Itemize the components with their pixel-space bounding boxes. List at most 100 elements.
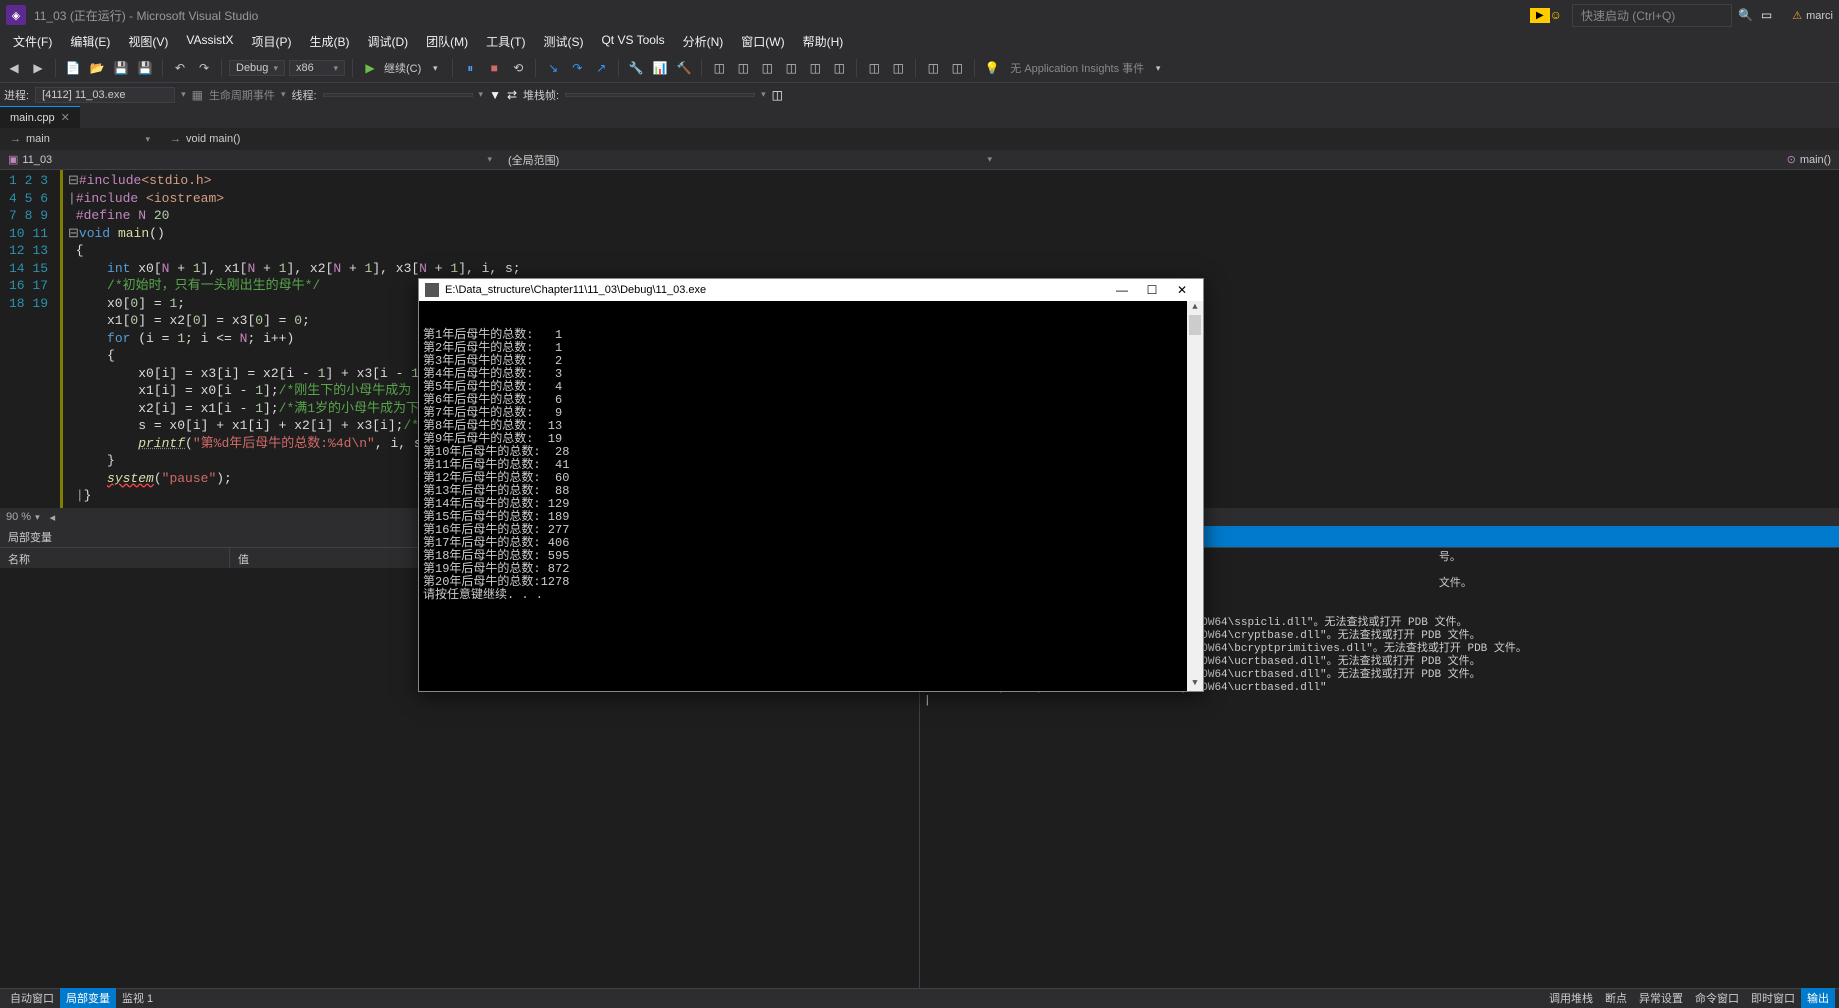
platform-combo[interactable]: x86 [289, 60, 345, 76]
menu-item[interactable]: 生成(B) [300, 30, 358, 54]
stack-tool-icon[interactable]: ◫ [772, 88, 783, 102]
stack-combo[interactable] [565, 93, 755, 97]
save-icon[interactable]: 💾 [111, 58, 131, 78]
dropdown-icon[interactable]: ▾ [425, 58, 445, 78]
func-text: void main() [186, 133, 240, 145]
life-events-label[interactable]: 生命周期事件 [209, 87, 275, 103]
insights-label[interactable]: 无 Application Insights 事件 [1010, 60, 1144, 76]
search-icon[interactable]: 🔍 [1738, 8, 1753, 22]
step-into-icon[interactable]: ↘ [543, 58, 563, 78]
menu-item[interactable]: Qt VS Tools [592, 30, 673, 54]
project-text: 11_03 [22, 154, 52, 166]
tab-label: main.cpp [10, 112, 55, 124]
warning-icon: ⚠ [1792, 10, 1802, 22]
quick-launch-input[interactable]: 快速启动 (Ctrl+Q) [1572, 4, 1732, 27]
undo-icon[interactable]: ↶ [170, 58, 190, 78]
status-watch[interactable]: 监视 1 [116, 988, 159, 1008]
insights-icon[interactable]: 💡 [982, 58, 1002, 78]
redo-icon[interactable]: ↷ [194, 58, 214, 78]
scope2-combo[interactable]: (全局范围) ▾ [500, 150, 1000, 169]
thread-tool2-icon[interactable]: ⇄ [507, 88, 517, 102]
pause-icon[interactable]: ⏸ [460, 58, 480, 78]
menu-item[interactable]: 编辑(E) [61, 30, 119, 54]
line-gutter: 1 2 3 4 5 6 7 8 9 10 11 12 13 14 15 16 1… [0, 170, 60, 508]
status-command[interactable]: 命令窗口 [1689, 988, 1745, 1008]
col-name[interactable]: 名称 [0, 548, 230, 568]
step-out-icon[interactable]: ↗ [591, 58, 611, 78]
console-body[interactable]: 第1年后母牛的总数: 1 第2年后母牛的总数: 1 第3年后母牛的总数: 2 第… [419, 301, 1203, 691]
status-immediate[interactable]: 即时窗口 [1745, 988, 1801, 1008]
life-events-icon[interactable]: ▦ [192, 88, 203, 102]
menu-item[interactable]: 窗口(W) [732, 30, 793, 54]
restart-icon[interactable]: ⟲ [508, 58, 528, 78]
status-breakpoints[interactable]: 断点 [1599, 988, 1633, 1008]
tool5-icon[interactable]: ◫ [733, 58, 753, 78]
nav-back-icon[interactable]: ◀ [4, 58, 24, 78]
console-titlebar[interactable]: E:\Data_structure\Chapter11\11_03\Debug\… [419, 279, 1203, 301]
menu-item[interactable]: 帮助(H) [794, 30, 853, 54]
nav-fwd-icon[interactable]: ▶ [28, 58, 48, 78]
menu-item[interactable]: 工具(T) [477, 30, 534, 54]
tool9-icon[interactable]: ◫ [829, 58, 849, 78]
minimize-button[interactable]: — [1107, 283, 1137, 297]
menu-item[interactable]: 视图(V) [119, 30, 177, 54]
menu-item[interactable]: 项目(P) [242, 30, 300, 54]
console-icon [425, 283, 439, 297]
vs-logo-icon: ◈ [6, 5, 26, 25]
new-file-icon[interactable]: 📄 [63, 58, 83, 78]
menu-item[interactable]: 测试(S) [534, 30, 592, 54]
tool8-icon[interactable]: ◫ [805, 58, 825, 78]
console-window[interactable]: E:\Data_structure\Chapter11\11_03\Debug\… [418, 278, 1204, 692]
status-locals[interactable]: 局部变量 [60, 988, 116, 1008]
tool2-icon[interactable]: 📊 [650, 58, 670, 78]
close-icon[interactable]: ✕ [61, 111, 70, 124]
maximize-button[interactable]: ☐ [1137, 283, 1167, 297]
notify-flag-icon[interactable]: ▶ [1530, 8, 1550, 23]
open-icon[interactable]: 📂 [87, 58, 107, 78]
maximize-icon[interactable]: ▭ [1761, 8, 1772, 22]
insights-drop-icon[interactable]: ▾ [1148, 58, 1168, 78]
thread-combo[interactable] [323, 93, 473, 97]
status-callstack[interactable]: 调用堆栈 [1543, 988, 1599, 1008]
zoom-combo[interactable]: 90 % [6, 511, 40, 523]
thread-tool-icon[interactable]: ▼ [489, 88, 501, 102]
tool-icon[interactable]: 🔧 [626, 58, 646, 78]
tool12-icon[interactable]: ◫ [923, 58, 943, 78]
func2-combo[interactable]: ⊙ main() [1779, 150, 1839, 169]
config-combo[interactable]: Debug [229, 60, 285, 76]
tool3-icon[interactable]: 🔨 [674, 58, 694, 78]
tool7-icon[interactable]: ◫ [781, 58, 801, 78]
scroll-up-icon[interactable]: ▲ [1187, 301, 1203, 315]
func-combo[interactable]: → void main() [160, 128, 250, 150]
status-exceptions[interactable]: 异常设置 [1633, 988, 1689, 1008]
status-auto[interactable]: 自动窗口 [4, 988, 60, 1008]
tab-main-cpp[interactable]: main.cpp ✕ [0, 106, 80, 128]
scope-combo[interactable]: → main ▾ [0, 128, 160, 150]
console-scrollbar[interactable]: ▲ ▼ [1187, 301, 1203, 691]
tool4-icon[interactable]: ◫ [709, 58, 729, 78]
step-over-icon[interactable]: ↷ [567, 58, 587, 78]
window-title: 11_03 (正在运行) - Microsoft Visual Studio [34, 7, 258, 24]
menu-item[interactable]: 分析(N) [674, 30, 733, 54]
tool6-icon[interactable]: ◫ [757, 58, 777, 78]
tool11-icon[interactable]: ◫ [888, 58, 908, 78]
continue-button[interactable]: ▶ [360, 58, 380, 78]
continue-label[interactable]: 继续(C) [384, 60, 421, 76]
process-combo[interactable]: [4112] 11_03.exe [35, 87, 175, 103]
menu-item[interactable]: VAssistX [177, 30, 242, 54]
user-label[interactable]: ⚠marci [1792, 9, 1833, 22]
menu-item[interactable]: 文件(F) [4, 30, 61, 54]
close-button[interactable]: ✕ [1167, 283, 1197, 297]
tool10-icon[interactable]: ◫ [864, 58, 884, 78]
status-bar: 自动窗口 局部变量 监视 1 调用堆栈 断点 异常设置 命令窗口 即时窗口 输出 [0, 988, 1839, 1006]
project-combo[interactable]: ▣ 11_03 ▾ [0, 150, 500, 169]
menu-item[interactable]: 团队(M) [417, 30, 477, 54]
stop-icon[interactable]: ■ [484, 58, 504, 78]
scroll-thumb[interactable] [1189, 315, 1201, 335]
feedback-icon[interactable]: ☺ [1550, 8, 1562, 22]
status-output[interactable]: 输出 [1801, 988, 1835, 1008]
save-all-icon[interactable]: 💾 [135, 58, 155, 78]
tool13-icon[interactable]: ◫ [947, 58, 967, 78]
scroll-down-icon[interactable]: ▼ [1187, 677, 1203, 691]
menu-item[interactable]: 调试(D) [358, 30, 417, 54]
